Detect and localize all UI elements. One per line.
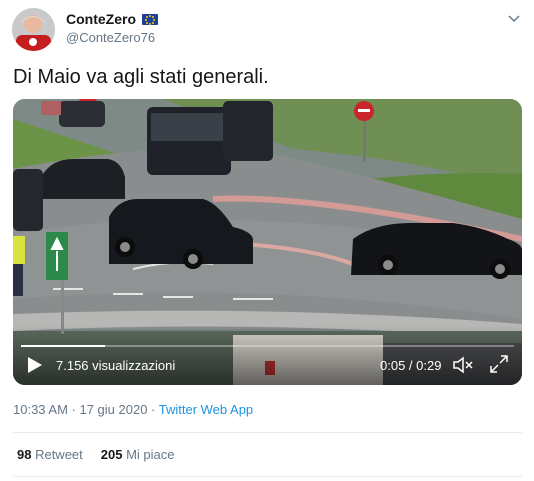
display-name[interactable]: ConteZero	[66, 11, 136, 27]
source-link[interactable]: Twitter Web App	[159, 402, 253, 417]
likes-count: 205	[100, 447, 123, 462]
divider	[13, 432, 522, 433]
avatar-image	[12, 8, 55, 51]
eu-flag-icon	[142, 13, 158, 25]
fullscreen-icon[interactable]	[489, 354, 509, 374]
chevron-down-icon[interactable]	[506, 10, 522, 26]
timestamp[interactable]: 10:33 AM · 17 giu 2020 ·	[13, 402, 159, 417]
retweets-label: Retweet	[31, 447, 83, 462]
mute-icon[interactable]	[452, 355, 474, 375]
video-controls: 7.156 visualizzazioni 0:05 / 0:29	[13, 341, 522, 385]
avatar[interactable]	[12, 8, 55, 51]
retweets-stat[interactable]: 98 Retweet	[17, 447, 83, 462]
retweets-count: 98	[17, 447, 32, 462]
video-time: 0:05 / 0:29	[380, 358, 442, 373]
video-progress-fill	[21, 345, 105, 347]
divider	[13, 476, 522, 477]
video-progress-bar[interactable]	[21, 345, 514, 347]
handle[interactable]: @ConteZero76	[66, 30, 155, 45]
tweet-text: Di Maio va agli stati generali.	[13, 66, 269, 88]
tweet-stats: 98 Retweet 205 Mi piace	[17, 447, 175, 462]
video-player[interactable]: 7.156 visualizzazioni 0:05 / 0:29	[13, 99, 522, 385]
likes-label: Mi piace	[122, 447, 175, 462]
tweet-meta: 10:33 AM · 17 giu 2020 · Twitter Web App	[13, 402, 253, 417]
view-count: 7.156 visualizzazioni	[56, 358, 176, 373]
likes-stat[interactable]: 205 Mi piace	[101, 447, 175, 462]
play-icon[interactable]	[27, 356, 43, 374]
